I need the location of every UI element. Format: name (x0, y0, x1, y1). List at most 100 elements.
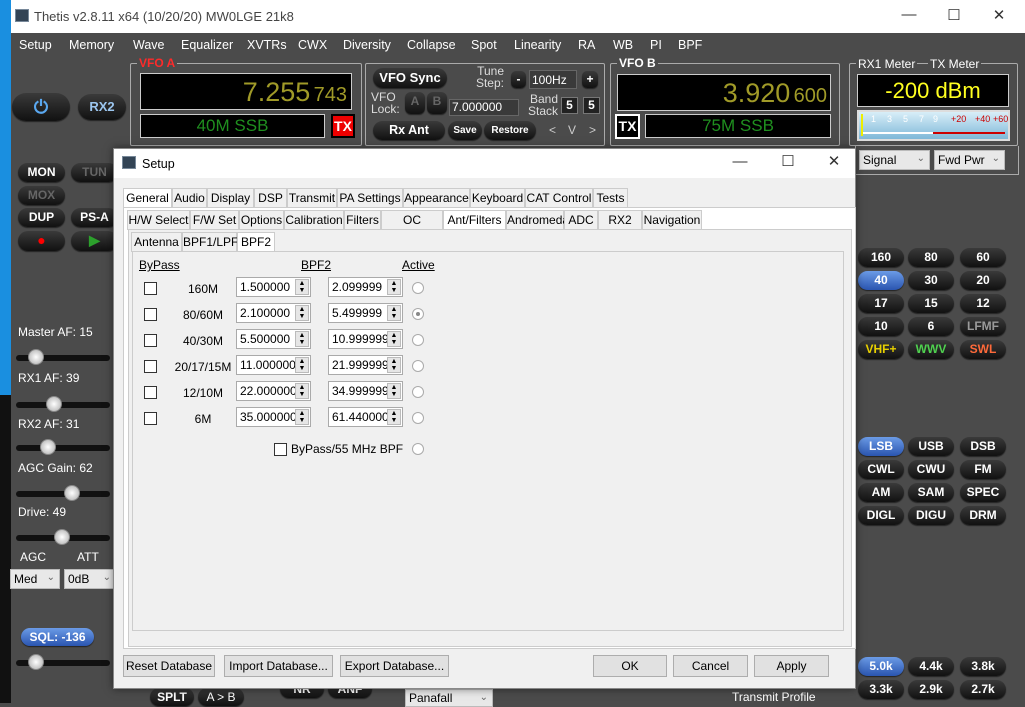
menu-wave[interactable]: Wave (133, 38, 165, 52)
active-radio[interactable] (412, 386, 424, 398)
tab-dsp[interactable]: DSP (254, 188, 287, 208)
bypass-55mhz-checkbox[interactable] (274, 443, 287, 456)
left-button-mox[interactable]: MOX (18, 186, 65, 205)
bpf-start-spinner[interactable]: 2.100000 ▲ ▼ (236, 303, 311, 323)
power-button[interactable]: ⏻ (12, 93, 70, 121)
active-radio[interactable] (412, 334, 424, 346)
menu-setup[interactable]: Setup (19, 38, 52, 52)
menu-linearity[interactable]: Linearity (514, 38, 561, 52)
spinner-arrows-icon[interactable]: ▲ ▼ (295, 409, 309, 425)
menu-spot[interactable]: Spot (471, 38, 497, 52)
reset-database-button[interactable]: Reset Database (123, 655, 215, 677)
menu-collapse[interactable]: Collapse (407, 38, 456, 52)
mode-button-fm[interactable]: FM (960, 460, 1006, 479)
left-button-mon[interactable]: MON (18, 163, 65, 182)
active-radio[interactable] (412, 412, 424, 424)
a-to-b-button[interactable]: A > B (198, 688, 244, 706)
slider-knob[interactable] (46, 396, 63, 412)
close-icon[interactable]: ✕ (824, 152, 844, 170)
tab-options[interactable]: Options (239, 210, 284, 230)
tune-step-plus-button[interactable]: + (582, 71, 598, 88)
bpf-start-spinner[interactable]: 35.000000 ▲ ▼ (236, 407, 311, 427)
band-button-swl[interactable]: SWL (960, 340, 1006, 359)
band-button-6[interactable]: 6 (908, 317, 954, 336)
slider-knob[interactable] (40, 439, 57, 455)
slider-1[interactable] (16, 396, 110, 412)
spinner-arrows-icon[interactable]: ▲ ▼ (295, 357, 309, 373)
record-button[interactable]: ● (18, 231, 65, 251)
maximize-icon[interactable]: ☐ (778, 152, 798, 170)
slider-0[interactable] (16, 349, 110, 365)
tab-calibration[interactable]: Calibration (284, 210, 344, 230)
slider-2[interactable] (16, 439, 110, 455)
menu-diversity[interactable]: Diversity (343, 38, 391, 52)
tune-step-minus-button[interactable]: - (511, 71, 526, 88)
spinner-arrows-icon[interactable]: ▲ ▼ (387, 305, 401, 321)
rx-ant-button[interactable]: Rx Ant (373, 121, 445, 140)
band-button-20[interactable]: 20 (960, 271, 1006, 290)
tab-navigation[interactable]: Navigation (642, 210, 702, 230)
left-button-dup[interactable]: DUP (18, 208, 65, 227)
split-button[interactable]: SPLT (150, 688, 194, 706)
slider-knob[interactable] (54, 529, 71, 545)
spinner-arrows-icon[interactable]: ▲ ▼ (295, 331, 309, 347)
mode-button-digl[interactable]: DIGL (858, 506, 904, 525)
left-button-ps-a[interactable]: PS-A (71, 208, 118, 227)
bpf-end-spinner[interactable]: 5.499999 ▲ ▼ (328, 303, 403, 323)
export-database-button[interactable]: Export Database... (340, 655, 449, 677)
vfo-b-tx-button[interactable]: TX (615, 114, 640, 139)
rx-meter-select[interactable]: Signal ⌄ (859, 150, 930, 170)
tab-tests[interactable]: Tests (593, 188, 628, 208)
tab-h-w-select[interactable]: H/W Select (127, 210, 190, 230)
vfo-a-tx-button[interactable]: TX (331, 114, 355, 138)
active-radio[interactable] (412, 308, 424, 320)
filter-button-29k[interactable]: 2.9k (908, 680, 954, 699)
squelch-button[interactable]: SQL: -136 (21, 628, 94, 646)
menu-bpf[interactable]: BPF (678, 38, 702, 52)
bypass-55mhz-radio[interactable] (412, 443, 424, 455)
tab-display[interactable]: Display (207, 188, 254, 208)
bypass-checkbox[interactable] (144, 334, 157, 347)
vfo-lock-frequency[interactable]: 7.000000 (449, 99, 519, 116)
rx2-button[interactable]: RX2 (78, 94, 126, 120)
display-mode-select[interactable]: Panafall ⌄ (405, 689, 493, 707)
tab-bpf1-lpf[interactable]: BPF1/LPF (182, 232, 238, 252)
bpf-start-spinner[interactable]: 11.000000 ▲ ▼ (236, 355, 311, 375)
spinner-arrows-icon[interactable]: ▲ ▼ (387, 331, 401, 347)
bpf-end-spinner[interactable]: 21.999999 ▲ ▼ (328, 355, 403, 375)
vfo-sync-button[interactable]: VFO Sync (373, 68, 447, 88)
menu-xvtrs[interactable]: XVTRs (247, 38, 287, 52)
play-button[interactable]: ▶ (71, 231, 118, 251)
mode-button-cwu[interactable]: CWU (908, 460, 954, 479)
tab-transmit[interactable]: Transmit (287, 188, 337, 208)
vfo-a-frequency[interactable]: 7.255 743 (140, 73, 352, 110)
band-button-12[interactable]: 12 (960, 294, 1006, 313)
menu-wb[interactable]: WB (613, 38, 633, 52)
band-stack-prev[interactable]: < (549, 123, 556, 137)
bpf-start-spinner[interactable]: 1.500000 ▲ ▼ (236, 277, 311, 297)
bpf-end-spinner[interactable]: 10.999999 ▲ ▼ (328, 329, 403, 349)
bpf-end-spinner[interactable]: 61.440000 ▲ ▼ (328, 407, 403, 427)
band-stack-select[interactable]: V (568, 123, 576, 137)
band-button-40[interactable]: 40 (858, 271, 904, 290)
tune-step-value[interactable]: 100Hz (529, 70, 577, 89)
tab-filters[interactable]: Filters (344, 210, 381, 230)
mode-button-cwl[interactable]: CWL (858, 460, 904, 479)
squelch-slider[interactable] (16, 654, 110, 670)
menu-equalizer[interactable]: Equalizer (181, 38, 233, 52)
spinner-arrows-icon[interactable]: ▲ ▼ (387, 383, 401, 399)
band-stack-save-button[interactable]: Save (448, 121, 482, 140)
spinner-arrows-icon[interactable]: ▲ ▼ (295, 305, 309, 321)
left-button-tun[interactable]: TUN (71, 163, 118, 182)
mode-button-am[interactable]: AM (858, 483, 904, 502)
vfo-b-frequency[interactable]: 3.920 600 (617, 74, 831, 111)
mode-button-drm[interactable]: DRM (960, 506, 1006, 525)
slider-knob[interactable] (64, 485, 81, 501)
mode-button-digu[interactable]: DIGU (908, 506, 954, 525)
bpf-end-spinner[interactable]: 2.099999 ▲ ▼ (328, 277, 403, 297)
cancel-button[interactable]: Cancel (673, 655, 748, 677)
apply-button[interactable]: Apply (754, 655, 829, 677)
spinner-arrows-icon[interactable]: ▲ ▼ (387, 409, 401, 425)
bypass-checkbox[interactable] (144, 386, 157, 399)
tab-rx2[interactable]: RX2 (598, 210, 642, 230)
